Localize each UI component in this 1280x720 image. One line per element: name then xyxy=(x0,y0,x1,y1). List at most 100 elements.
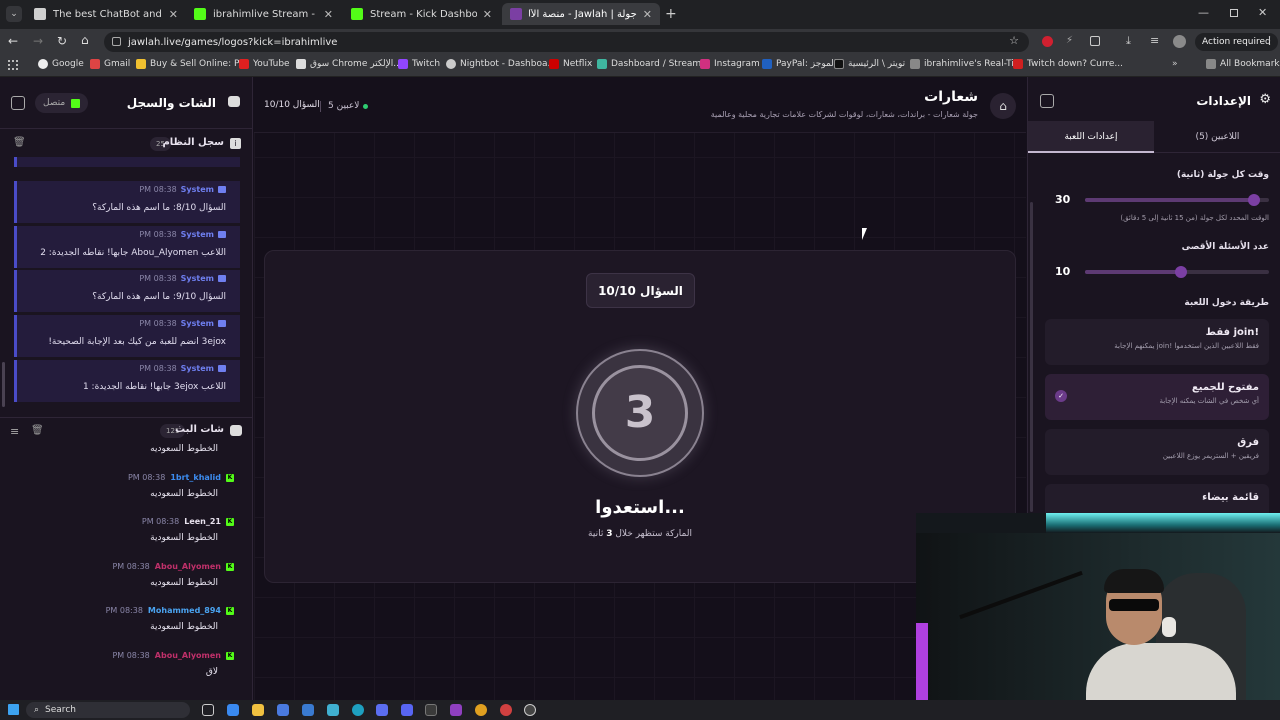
new-tab-icon[interactable]: + xyxy=(665,6,677,22)
slider-knob[interactable] xyxy=(1248,194,1261,206)
bookmark-realtime[interactable]: ibrahimlive's Real-Ti... xyxy=(910,59,1022,69)
system-message: System 08:38 PM السؤال 9/10: ما اسم هذه ال… xyxy=(14,270,240,312)
bookmark-twitch[interactable]: Twitch xyxy=(398,59,440,69)
folder-icon xyxy=(1206,59,1216,69)
google-icon xyxy=(38,59,48,69)
bookmark-instagram[interactable]: Instagram xyxy=(700,59,760,69)
bookmark-twitter[interactable]: تويتر \ الرئيسية xyxy=(834,59,905,69)
tab-search-icon[interactable]: ≡ xyxy=(1150,34,1159,47)
menu-icon[interactable]: ⋮ xyxy=(1264,34,1275,47)
join-option-teams[interactable]: فرق فريقين + الستريمر يوزع اللاعبين xyxy=(1045,429,1269,475)
max-questions-value: 10 xyxy=(1055,265,1071,278)
minimize-icon[interactable]: — xyxy=(1198,6,1209,19)
extension-icon[interactable] xyxy=(1042,36,1053,47)
discord-icon[interactable] xyxy=(401,704,413,716)
back-icon[interactable]: ← xyxy=(8,34,18,48)
close-icon[interactable]: ✕ xyxy=(169,8,178,21)
tab-game-settings[interactable]: إعدادات اللعبة xyxy=(1028,121,1154,153)
terminal-icon[interactable] xyxy=(425,704,437,716)
chat-log-panel: متصل الشات والسجل 🗑 25 سجل النظام i Syst… xyxy=(0,77,253,700)
profile-avatar[interactable] xyxy=(1173,35,1186,48)
tab-list-icon[interactable]: ⌄ xyxy=(6,6,22,22)
more-bookmarks-icon[interactable]: » xyxy=(1172,59,1178,69)
download-icon[interactable]: ⤓ xyxy=(1126,34,1131,48)
close-icon[interactable]: ✕ xyxy=(324,8,333,21)
settings-header: الإعدادات ⚙ xyxy=(1028,77,1280,121)
bookmark-nightbot[interactable]: Nightbot - Dashboa... xyxy=(446,59,556,69)
close-icon[interactable]: ✕ xyxy=(643,8,652,21)
home-button[interactable]: ⌂ xyxy=(990,93,1016,119)
store-icon[interactable] xyxy=(277,704,289,716)
bookmarks-bar: Google Gmail Buy & Sell Online: P... You… xyxy=(0,55,1280,77)
tab-jawlah[interactable]: جولة | Jawlah - منصة الألعاب الت...✕ xyxy=(502,3,660,25)
bookmark-buy-sell[interactable]: Buy & Sell Online: P... xyxy=(136,59,247,69)
system-icon xyxy=(218,231,226,238)
marketplace-icon xyxy=(136,59,146,69)
file-explorer-icon[interactable] xyxy=(252,704,264,716)
tab-kick-stream[interactable]: ibrahimlive Stream - Watch Live✕ xyxy=(186,3,341,25)
edge-icon[interactable] xyxy=(352,704,364,716)
join-option-open[interactable]: مفتوح للجميع أي شخص في الشات يمكنه الإجاب… xyxy=(1045,374,1269,420)
jawlah-icon xyxy=(510,8,522,20)
copilot-icon[interactable] xyxy=(227,704,239,716)
players-counter: 5 لاعبين xyxy=(328,101,369,111)
alert-icon xyxy=(1013,59,1023,69)
netflix-icon xyxy=(549,59,559,69)
system-message: System 08:38 PM اللاعب 3ejox جابها! نقاطه … xyxy=(14,360,240,402)
join-option-join-only[interactable]: !join فقط فقط اللاعبين الذين استخدموا !jo… xyxy=(1045,319,1269,365)
collapse-panel-icon[interactable] xyxy=(1040,94,1054,108)
window-close-icon[interactable]: ✕ xyxy=(1258,6,1267,19)
bookmark-dashboard[interactable]: Dashboard / Stream... xyxy=(597,59,710,69)
app-icon[interactable] xyxy=(376,704,388,716)
taskbar-search[interactable]: ⌕ Search xyxy=(26,702,190,718)
home-icon[interactable]: ⌂ xyxy=(81,33,89,47)
restore-icon[interactable] xyxy=(1230,9,1238,17)
tab-players[interactable]: اللاعبين (5) xyxy=(1154,121,1280,153)
slider-knob[interactable] xyxy=(1174,266,1187,278)
maps-icon[interactable] xyxy=(500,704,512,716)
settings-scrollbar[interactable] xyxy=(1030,202,1033,512)
bookmark-twitch-down[interactable]: Twitch down? Curre... xyxy=(1013,59,1123,69)
system-log-scrollbar[interactable] xyxy=(2,362,5,407)
x-icon xyxy=(834,59,844,69)
youtube-icon xyxy=(239,59,249,69)
task-view-icon[interactable] xyxy=(202,704,214,716)
bookmark-gmail[interactable]: Gmail xyxy=(90,59,130,69)
obs-icon[interactable] xyxy=(524,704,536,716)
system-icon xyxy=(218,186,226,193)
webcam-purple-light xyxy=(916,623,928,700)
extensions-puzzle-icon[interactable] xyxy=(1090,36,1100,46)
bookmark-paypal[interactable]: PayPal: الموجز xyxy=(762,59,836,69)
all-bookmarks[interactable]: All Bookmarks xyxy=(1206,59,1280,69)
bookmark-star-icon[interactable]: ☆ xyxy=(1009,34,1019,47)
chat-message: K Abou_Alyomen 08:38 PM لاق xyxy=(112,651,234,677)
system-log-title: سجل النظام xyxy=(162,137,224,148)
bookmark-youtube[interactable]: YouTube xyxy=(239,59,290,69)
info-icon: i xyxy=(230,138,241,149)
reload-icon[interactable]: ↻ xyxy=(57,34,67,48)
slider-fill xyxy=(1085,270,1181,274)
apps-icon[interactable] xyxy=(8,60,18,70)
tab-chatbot[interactable]: The best ChatBot and Widgets✕ xyxy=(26,3,186,25)
chrome-icon[interactable] xyxy=(475,704,487,716)
forward-icon[interactable]: → xyxy=(33,34,43,48)
bookmark-google[interactable]: Google xyxy=(38,59,84,69)
app-root: متصل الشات والسجل 🗑 25 سجل النظام i Syst… xyxy=(0,77,1280,700)
webcam-person-hair xyxy=(1104,569,1164,593)
photos-icon[interactable] xyxy=(327,704,339,716)
address-bar[interactable]: jawlah.live/games/logos?kick=ibrahimlive… xyxy=(104,32,1029,52)
bookmark-chrome-store[interactable]: سوق Chrome الإلكتر... xyxy=(296,59,402,69)
browser-tab-bar: ⌄ The best ChatBot and Widgets✕ ibrahiml… xyxy=(0,0,1280,29)
round-time-slider[interactable] xyxy=(1085,194,1269,206)
app-icon[interactable] xyxy=(450,704,462,716)
trash-icon[interactable]: 🗑 xyxy=(13,137,26,148)
tab-kick-dashboard[interactable]: Stream - Kick Dashboard✕ xyxy=(343,3,500,25)
extension-icon[interactable]: ⚡ xyxy=(1066,35,1073,46)
bookmark-netflix[interactable]: Netflix xyxy=(549,59,592,69)
max-questions-slider[interactable] xyxy=(1085,266,1269,278)
mail-icon[interactable] xyxy=(302,704,314,716)
windows-start-icon[interactable] xyxy=(8,704,19,715)
site-info-icon[interactable] xyxy=(112,37,121,46)
close-icon[interactable]: ✕ xyxy=(483,8,492,21)
collapse-panel-icon[interactable] xyxy=(11,96,25,110)
